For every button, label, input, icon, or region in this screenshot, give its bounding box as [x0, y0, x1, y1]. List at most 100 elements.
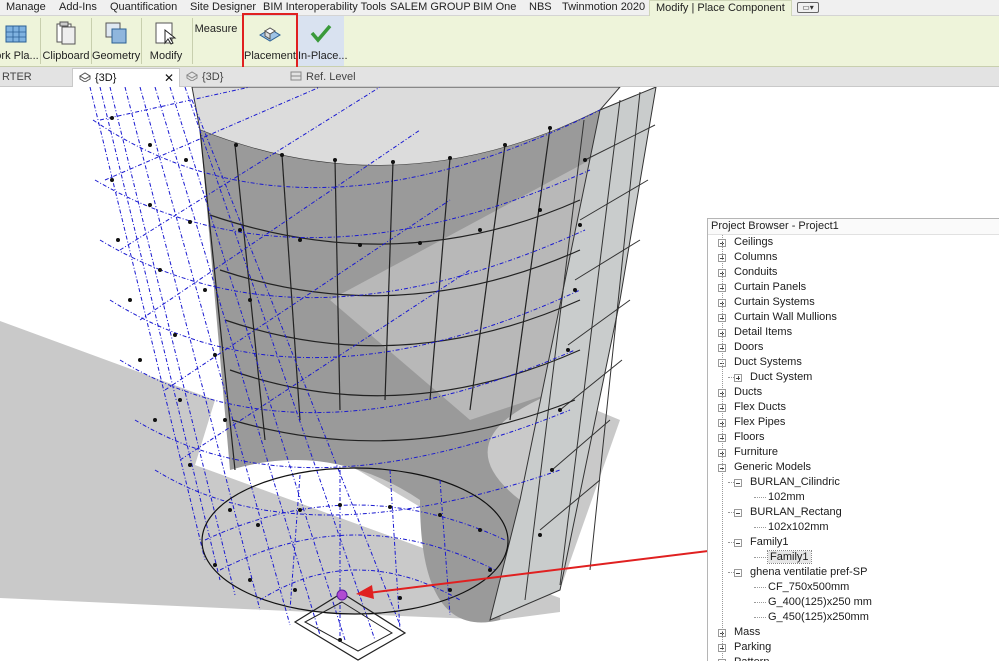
tree-connector [722, 235, 723, 661]
tree-category-item[interactable]: Columns [718, 250, 778, 265]
tree-item-label: Family1 [750, 536, 789, 548]
tree-category-item[interactable]: Detail Items [718, 325, 792, 340]
tree-item-label: Flex Pipes [734, 416, 786, 428]
clipboard-icon [56, 21, 76, 45]
ribbon-panel: ork Pla... Clipboard Geometry Mo [0, 16, 999, 67]
tree-connector [754, 557, 766, 558]
tree-type-item[interactable]: G_450(125)x250mm [754, 610, 869, 625]
tree-item-label: 102mm [768, 491, 805, 503]
tree-item-label: Curtain Panels [734, 281, 807, 293]
tree-item-label: Curtain Wall Mullions [734, 311, 837, 323]
tree-category-item[interactable]: Ducts [718, 385, 762, 400]
measure-label: Measure [194, 23, 238, 35]
tree-family-item[interactable]: Family1 [728, 535, 789, 550]
tree-category-item[interactable]: Parking [718, 640, 772, 655]
in-place-label: In-Place... [298, 50, 348, 62]
tree-type-item[interactable]: 102x102mm [754, 520, 829, 535]
tree-item-label: G_450(125)x250mm [768, 611, 869, 623]
tab-bim-one[interactable]: BIM One [467, 0, 522, 16]
tree-item-label: Family1 [767, 550, 812, 564]
collapse-icon[interactable] [734, 509, 742, 517]
ribbon-separator [192, 18, 193, 64]
view-tab-label: Ref. Level [306, 71, 356, 83]
ribbon-separator [40, 18, 41, 64]
view-tab-rter[interactable]: RTER [0, 68, 70, 87]
tree-item-label: Mass [734, 626, 761, 638]
checkmark-icon [310, 24, 332, 43]
tab-manage[interactable]: Manage [0, 0, 52, 16]
tree-category-item[interactable]: Generic Models [718, 460, 811, 475]
tab-nbs[interactable]: NBS [523, 0, 558, 16]
tree-category-item[interactable]: Ceilings [718, 235, 774, 250]
tree-type-item[interactable]: G_400(125)x250 mm [754, 595, 872, 610]
tree-family-item[interactable]: BURLAN_Rectang [728, 505, 842, 520]
tree-family-item[interactable]: ghena ventilatie pref-SP [728, 565, 867, 580]
tree-category-item[interactable]: Furniture [718, 445, 778, 460]
tree-connector [754, 617, 766, 618]
work-plane-icon [5, 25, 27, 43]
view-tab-ref-level[interactable]: Ref. Level [284, 68, 384, 87]
tree-type-item[interactable]: Family1 [754, 550, 812, 565]
view-tab-3d[interactable]: {3D} [180, 68, 280, 87]
tree-family-item[interactable]: Duct System [728, 370, 813, 385]
geometry-button[interactable]: Geometry [92, 16, 140, 66]
tree-item-label: 102x102mm [768, 521, 829, 533]
revit-window: Manage Add-Ins Quantification Site Desig… [0, 0, 999, 661]
tree-connector [728, 542, 734, 543]
3d-view-icon [79, 72, 91, 82]
modify-button[interactable]: Modify [143, 16, 189, 66]
modify-cursor-icon [155, 22, 177, 45]
tree-category-item[interactable]: Pattern [718, 655, 769, 661]
tree-category-item[interactable]: Curtain Panels [718, 280, 807, 295]
tree-type-item[interactable]: CF_750x500mm [754, 580, 849, 595]
tree-connector [728, 377, 734, 378]
collapse-icon[interactable] [734, 539, 742, 547]
placement-point-marker[interactable] [336, 589, 348, 601]
ribbon-separator [141, 18, 142, 64]
tree-item-label: Curtain Systems [734, 296, 815, 308]
tab-quantification[interactable]: Quantification [104, 0, 183, 16]
placement-highlight-annotation [242, 13, 298, 69]
expand-icon[interactable] [734, 374, 742, 382]
close-icon[interactable]: ✕ [164, 69, 174, 87]
view-tab-3d-active[interactable]: {3D} ✕ [72, 68, 180, 87]
view-tab-label: {3D} [202, 71, 224, 83]
work-plane-button[interactable]: ork Pla... [0, 16, 40, 66]
tab-twinmotion-2020[interactable]: Twinmotion 2020 [556, 0, 651, 16]
clipboard-button[interactable]: Clipboard [42, 16, 90, 66]
tree-connector [754, 497, 766, 498]
tree-category-item[interactable]: Flex Ducts [718, 400, 786, 415]
tree-item-label: G_400(125)x250 mm [768, 596, 872, 608]
tree-category-item[interactable]: Doors [718, 340, 763, 355]
geometry-label: Geometry [92, 50, 141, 62]
tree-category-item[interactable]: Curtain Systems [718, 295, 815, 310]
collapse-icon[interactable] [734, 569, 742, 577]
measure-button[interactable]: Measure [194, 16, 238, 66]
tree-item-label: BURLAN_Cilindric [750, 476, 840, 488]
tree-item-label: Duct System [750, 371, 813, 383]
tab-salem-group[interactable]: SALEM GROUP [384, 0, 477, 16]
tree-item-label: Duct Systems [734, 356, 802, 368]
tab-add-ins[interactable]: Add-Ins [53, 0, 103, 16]
tree-category-item[interactable]: Curtain Wall Mullions [718, 310, 837, 325]
ribbon-minimize-toggle-icon[interactable]: ▭▾ [797, 2, 819, 13]
tree-category-item[interactable]: Conduits [718, 265, 777, 280]
tree-category-item[interactable]: Flex Pipes [718, 415, 786, 430]
in-place-button[interactable]: In-Place... [298, 16, 348, 66]
tree-connector [728, 512, 734, 513]
tree-type-item[interactable]: 102mm [754, 490, 805, 505]
ribbon-tab-bar: Manage Add-Ins Quantification Site Desig… [0, 0, 999, 16]
tree-family-item[interactable]: BURLAN_Cilindric [728, 475, 840, 490]
tab-modify-place-component[interactable]: Modify | Place Component [649, 0, 792, 16]
tree-item-label: Ceilings [734, 236, 774, 248]
tree-category-item[interactable]: Floors [718, 430, 765, 445]
tree-category-item[interactable]: Duct Systems [718, 355, 802, 370]
tree-category-item[interactable]: Mass [718, 625, 761, 640]
3d-view-icon [186, 71, 198, 81]
tree-connector [754, 587, 766, 588]
tree-item-label: BURLAN_Rectang [750, 506, 842, 518]
collapse-icon[interactable] [734, 479, 742, 487]
tree-item-label: Columns [734, 251, 778, 263]
tree-item-label: Parking [734, 641, 772, 653]
tree-connector [754, 602, 766, 603]
